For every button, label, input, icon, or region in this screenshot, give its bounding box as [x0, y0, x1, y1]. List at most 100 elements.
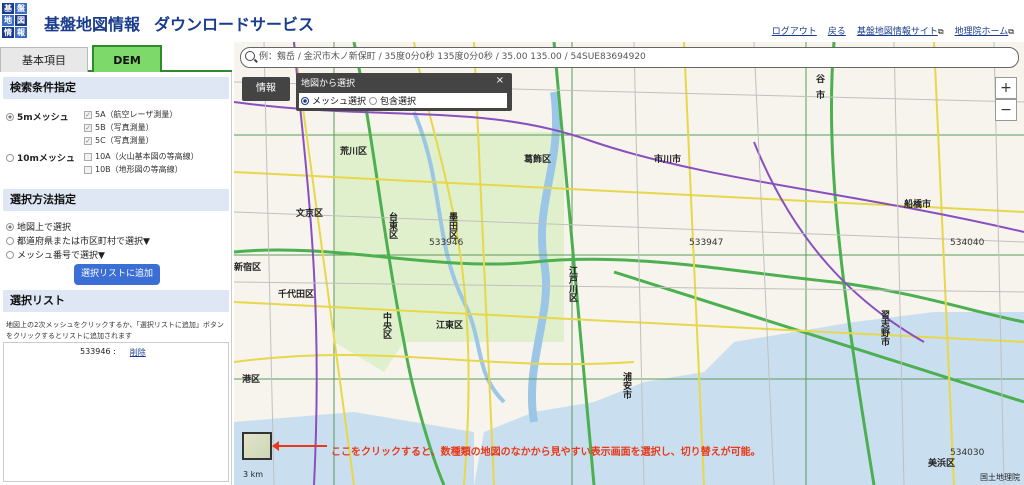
- map-select-panel: 地図から選択 × メッシュ選択 包含選択: [296, 73, 512, 111]
- check-5a-label: 5A（航空レーザ測量）: [95, 110, 178, 119]
- checkbox-icon: [84, 165, 92, 174]
- map-label: 谷: [816, 75, 826, 85]
- map-label: 台東区: [387, 212, 397, 239]
- mesh-code-label[interactable]: 533946: [429, 238, 463, 248]
- check-5a[interactable]: ✓ 5A（航空レーザ測量）: [84, 109, 177, 120]
- radio-icon: [6, 222, 14, 231]
- tab-basic-items[interactable]: 基本項目: [0, 47, 88, 72]
- check-5b-label: 5B（写真測量）: [95, 123, 154, 132]
- location-search-input[interactable]: 例：剱岳 / 金沢市木ノ新保町 / 35度0分0秒 135度0分0秒 / 35.…: [240, 47, 1019, 68]
- check-10b-label: 10B（地形図の等高線）: [95, 165, 183, 174]
- map-label: 市: [816, 91, 826, 101]
- map-label: 市川市: [654, 155, 682, 165]
- search-conditions-heading: 検索条件指定: [3, 77, 229, 99]
- mesh-10m-radio[interactable]: 10mメッシュ: [6, 151, 75, 164]
- info-button[interactable]: 情報: [242, 77, 290, 101]
- map-label: 中央区: [381, 312, 391, 339]
- zoom-in-button[interactable]: +: [995, 77, 1017, 99]
- sidebar: 検索条件指定 5mメッシュ ✓ 5A（航空レーザ測量） ✓ 5B（写真測量） ✓…: [0, 72, 232, 485]
- radio-icon: [6, 112, 14, 121]
- select-panel-title: 地図から選択: [301, 79, 356, 89]
- map-label: 習志野市: [879, 310, 889, 346]
- logo-cell: 情: [2, 27, 14, 38]
- check-10a-label: 10A（火山基本図の等高線）: [95, 152, 199, 161]
- selection-method-heading: 選択方法指定: [3, 189, 229, 211]
- mesh-code-label[interactable]: 534040: [950, 238, 984, 248]
- map-credit: 国土地理院: [980, 473, 1020, 482]
- map-label: 浦安市: [621, 372, 631, 399]
- checkbox-icon: ✓: [84, 123, 92, 132]
- map-label: 江戸川区: [567, 266, 577, 302]
- selection-list-description: 地図上の2次メッシュをクリックするか、「選択リストに追加」ボタンをクリックすると…: [6, 321, 224, 340]
- radio-icon[interactable]: [301, 96, 309, 105]
- logout-link[interactable]: ログアウト: [772, 24, 817, 37]
- mesh-select-option[interactable]: メッシュ選択: [312, 94, 366, 107]
- selection-list-heading: 選択リスト: [3, 290, 229, 312]
- logo-cell: 図: [15, 15, 27, 26]
- logo-cell: 盤: [15, 3, 27, 14]
- mesh-5m-radio[interactable]: 5mメッシュ: [6, 110, 69, 123]
- check-5c[interactable]: ✓ 5C（写真測量）: [84, 135, 154, 146]
- map-label: 船橋市: [904, 200, 932, 210]
- method-pref-label: 都道府県または市区町村で選択▼: [17, 237, 150, 247]
- method-mesh-radio[interactable]: メッシュ番号で選択▼: [6, 248, 105, 261]
- check-10b[interactable]: 10B（地形図の等高線）: [84, 164, 183, 175]
- map-label: 港区: [242, 375, 261, 385]
- checkbox-icon: [84, 152, 92, 161]
- close-icon[interactable]: ×: [496, 75, 504, 86]
- site-subtitle: ダウンロードサービス: [154, 15, 315, 34]
- map-label: 千代田区: [278, 290, 315, 300]
- mesh-10m-label: 10mメッシュ: [17, 154, 75, 164]
- gsi-home-link[interactable]: 地理院ホーム: [955, 27, 1009, 37]
- site-title: 基盤地図情報: [44, 15, 141, 34]
- external-link-icon: ⧉: [937, 27, 944, 36]
- radio-icon[interactable]: [369, 96, 378, 105]
- scale-label: 3 km: [243, 470, 264, 479]
- check-5b[interactable]: ✓ 5B（写真測量）: [84, 122, 154, 133]
- radio-icon: [6, 250, 14, 259]
- add-to-list-button[interactable]: 選択リストに追加: [74, 264, 160, 285]
- annotation-text: ここをクリックすると、数種類の地図のなかから見やすい表示画面を選択し、切り替えが…: [331, 447, 761, 458]
- mesh-code-label[interactable]: 534030: [950, 448, 984, 458]
- site-logo[interactable]: 基 盤 地 図 情 報: [2, 3, 40, 38]
- map-label: 文京区: [296, 209, 324, 219]
- method-map-radio[interactable]: 地図上で選択: [6, 220, 71, 233]
- delete-link[interactable]: 削除: [130, 347, 146, 358]
- method-mesh-label: メッシュ番号で選択▼: [17, 251, 105, 261]
- list-item: 533946 : 削除: [80, 347, 146, 358]
- map-label: 江東区: [436, 321, 464, 331]
- map-label: 新宿区: [234, 263, 262, 273]
- map-label: 葛飾区: [524, 155, 552, 165]
- select-mode-options: メッシュ選択 包含選択: [299, 93, 507, 108]
- check-5c-label: 5C（写真測量）: [95, 136, 154, 145]
- logo-cell: 報: [15, 27, 27, 38]
- logo-cell: 基: [2, 3, 14, 14]
- search-icon[interactable]: [245, 51, 255, 61]
- checkbox-icon: ✓: [84, 110, 92, 119]
- selection-list-box: [3, 342, 229, 482]
- zoom-out-button[interactable]: −: [995, 99, 1017, 121]
- header: 基 盤 地 図 情 報 基盤地図情報 ダウンロードサービス ログアウト 戻る 基…: [0, 0, 1024, 41]
- back-link[interactable]: 戻る: [828, 24, 846, 37]
- annotation-arrow: [275, 445, 327, 447]
- list-item-code: 533946 :: [80, 347, 116, 356]
- include-select-option[interactable]: 包含選択: [380, 94, 416, 107]
- method-pref-radio[interactable]: 都道府県または市区町村で選択▼: [6, 234, 150, 247]
- top-links: ログアウト 戻る 基盤地図情報サイト⧉ 地理院ホーム⧉: [772, 24, 1014, 37]
- check-10a[interactable]: 10A（火山基本図の等高線）: [84, 151, 199, 162]
- mesh-5m-label: 5mメッシュ: [17, 113, 69, 123]
- mesh-code-label[interactable]: 533947: [689, 238, 723, 248]
- kiban-site-link[interactable]: 基盤地図情報サイト: [857, 27, 938, 37]
- map-label: 荒川区: [340, 147, 368, 157]
- tab-dem[interactable]: DEM: [92, 45, 162, 72]
- external-link-icon: ⧉: [1008, 27, 1014, 36]
- map-switch-thumbnail[interactable]: [242, 432, 272, 460]
- checkbox-icon: ✓: [84, 136, 92, 145]
- logo-cell: 地: [2, 15, 14, 26]
- map-label: 墨田区: [447, 212, 457, 239]
- arrow-icon: [272, 441, 279, 451]
- method-map-label: 地図上で選択: [17, 223, 72, 233]
- radio-icon: [6, 153, 14, 162]
- tab-bar: 基本項目 DEM: [0, 45, 232, 72]
- radio-icon: [6, 236, 14, 245]
